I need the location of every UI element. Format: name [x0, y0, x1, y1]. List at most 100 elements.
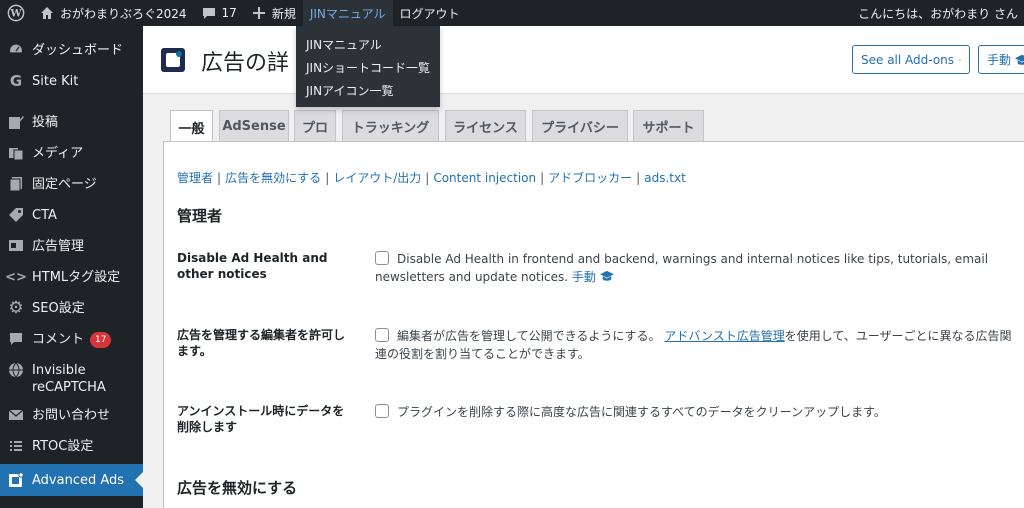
plus-icon [252, 7, 265, 19]
manual-link[interactable]: 手動 [572, 270, 596, 284]
sidebar-item-posts[interactable]: 投稿 [0, 112, 143, 138]
tab-privacy[interactable]: プライバシー [532, 110, 628, 142]
disable-ad-health-text: Disable Ad Health in frontend and backen… [375, 252, 989, 284]
current-menu-arrow [135, 472, 143, 488]
comment-icon [6, 329, 26, 349]
row-field-allow-editors: 編集者が広告を管理して公開できるようにする。 アドバンスト広告管理を使用して、ユ… [375, 327, 1015, 363]
posts-icon [6, 112, 26, 132]
cta-icon [6, 205, 26, 225]
dropdown-item-jin-manual[interactable]: JINマニュアル [296, 34, 440, 57]
account-greeting[interactable]: こんにちは、おがわまり さん [852, 0, 1024, 26]
comment-bubble-icon [202, 8, 215, 19]
subnav-link-admin[interactable]: 管理者 [177, 171, 213, 185]
subnav-link-ads-txt[interactable]: ads.txt [644, 171, 686, 185]
dropdown-item-jin-shortcodes[interactable]: JINショートコード一覧 [296, 57, 440, 80]
graduation-cap-icon [599, 270, 614, 281]
delete-data-text: プラグインを削除する際に高度な広告に関連するすべてのデータをクリーンアップします… [397, 405, 886, 419]
media-icon [6, 143, 26, 163]
jin-manual-dropdown: JINマニュアル JINショートコード一覧 JINアイコン一覧 [296, 26, 440, 107]
tab-general[interactable]: 一般 [170, 110, 213, 143]
row-label-disable-ad-health: Disable Ad Health and other notices [177, 251, 328, 281]
manual-label: 手動 [987, 53, 1012, 67]
sidebar-item-rtoc[interactable]: RTOC設定 [0, 436, 143, 462]
jin-manual-label: JINマニュアル [309, 6, 386, 21]
list-icon [6, 436, 26, 456]
sidebar-item-label: コメント 17 [32, 329, 112, 348]
tab-tracking[interactable]: トラッキング [342, 110, 439, 142]
disable-ad-health-checkbox[interactable] [375, 251, 389, 265]
comments-count: 17 [221, 6, 237, 20]
sidebar-item-label: Invisible reCAPTCHA [32, 363, 106, 395]
comment-count-badge: 17 [90, 332, 112, 348]
sidebar-item-media[interactable]: メディア [0, 143, 143, 169]
subnav-link-layout[interactable]: レイアウト/出力 [333, 171, 421, 185]
admin-sidebar: ダッシュボード G Site Kit 投稿 メディア 固定ページ CTA 広告管… [0, 26, 143, 508]
sidebar-item-seo[interactable]: ⚙ SEO設定 [0, 298, 143, 324]
sidebar-item-pages[interactable]: 固定ページ [0, 174, 143, 200]
logout-link[interactable]: ログアウト [393, 0, 467, 26]
greeting-text: こんにちは、おがわまり さん [858, 6, 1018, 21]
tab-support[interactable]: サポート [633, 110, 704, 142]
see-addons-label: See all Add-ons [861, 52, 955, 67]
site-name-link[interactable]: おがわまりぶろぐ2024 [32, 0, 194, 26]
sidebar-item-label: ダッシュボード [32, 43, 124, 58]
subnav-link-adblocker[interactable]: アドブロッカー [548, 171, 632, 185]
see-all-addons-button[interactable]: See all Add-ons [852, 45, 970, 74]
sidebar-item-label: 固定ページ [32, 177, 97, 192]
sidebar-item-advanced-ads[interactable]: Advanced Ads [0, 464, 143, 496]
advanced-ad-management-link[interactable]: アドバンスト広告管理 [664, 329, 784, 343]
sidebar-item-dashboard[interactable]: ダッシュボード [0, 40, 143, 66]
row-label-allow-editors: 広告を管理する編集者を許可します。 [177, 328, 346, 358]
manual-button[interactable]: 手動 [978, 45, 1024, 74]
sidebar-item-label: Advanced Ads [32, 473, 125, 488]
sidebar-item-comments[interactable]: コメント 17 [0, 329, 143, 355]
pages-icon [6, 174, 26, 194]
admin-section-heading: 管理者 [177, 207, 223, 225]
delete-data-checkbox[interactable] [375, 404, 389, 418]
dashboard-icon [6, 40, 26, 60]
subnav-link-disable-ads[interactable]: 広告を無効にする [225, 171, 321, 185]
code-icon: <> [5, 269, 27, 285]
page-header: 広告の詳 See all Add-ons 手動 [143, 26, 1024, 94]
sidebar-item-cta[interactable]: CTA [0, 205, 143, 231]
sidebar-item-ad-manage[interactable]: 広告管理 [0, 236, 143, 262]
mail-icon [6, 405, 26, 425]
new-content-link[interactable]: 新規 [244, 0, 303, 26]
sidebar-item-label: SEO設定 [32, 301, 85, 316]
new-label: 新規 [271, 6, 296, 21]
star-icon [959, 58, 961, 61]
tab-adsense[interactable]: AdSense [219, 110, 289, 142]
sidebar-item-recaptcha[interactable]: Invisible reCAPTCHA [0, 360, 143, 400]
sidebar-item-label: Site Kit [32, 74, 79, 89]
admin-bar: W おがわまりぶろぐ2024 17 新規 JINマニュアル ログアウト こんにち… [0, 0, 1024, 26]
row-field-disable-ad-health: Disable Ad Health in frontend and backen… [375, 250, 1015, 286]
sidebar-item-label: メディア [32, 146, 84, 161]
sitekit-icon: G [9, 72, 23, 90]
settings-panel: 管理者 | 広告を無効にする | レイアウト/出力 | Content injection |… [163, 141, 1024, 508]
allow-editors-text: 編集者が広告を管理して公開できるようにする。 [397, 329, 661, 343]
tab-pro[interactable]: プロ [294, 110, 336, 142]
wordpress-logo-icon[interactable]: W [0, 0, 32, 26]
sidebar-item-label: 投稿 [32, 115, 59, 130]
comments-link[interactable]: 17 [194, 0, 244, 26]
tab-license[interactable]: ライセンス [445, 110, 526, 142]
page-title: 広告の詳 [201, 51, 290, 76]
sidebar-item-contact[interactable]: お問い合わせ [0, 405, 143, 431]
disable-ads-section-heading: 広告を無効にする [177, 479, 298, 497]
advanced-ads-logo-icon [161, 48, 185, 72]
logout-label: ログアウト [399, 6, 460, 21]
sidebar-item-label: RTOC設定 [32, 439, 94, 454]
allow-editors-checkbox[interactable] [375, 328, 389, 342]
globe-icon [6, 360, 26, 380]
jin-manual-menu[interactable]: JINマニュアル [302, 0, 393, 26]
sidebar-item-site-kit[interactable]: G Site Kit [0, 71, 143, 97]
dropdown-item-jin-icons[interactable]: JINアイコン一覧 [296, 80, 440, 103]
sidebar-item-html-tag[interactable]: <> HTMLタグ設定 [0, 267, 143, 293]
row-field-delete-data: プラグインを削除する際に高度な広告に関連するすべてのデータをクリーンアップします… [375, 403, 1015, 421]
svg-text:W: W [9, 9, 22, 20]
advanced-ads-icon [6, 470, 26, 490]
sidebar-item-label: HTMLタグ設定 [32, 270, 121, 285]
ad-manage-icon [6, 236, 26, 256]
sidebar-item-label: お問い合わせ [32, 408, 111, 423]
subnav-link-content-injection[interactable]: Content injection [433, 171, 536, 185]
